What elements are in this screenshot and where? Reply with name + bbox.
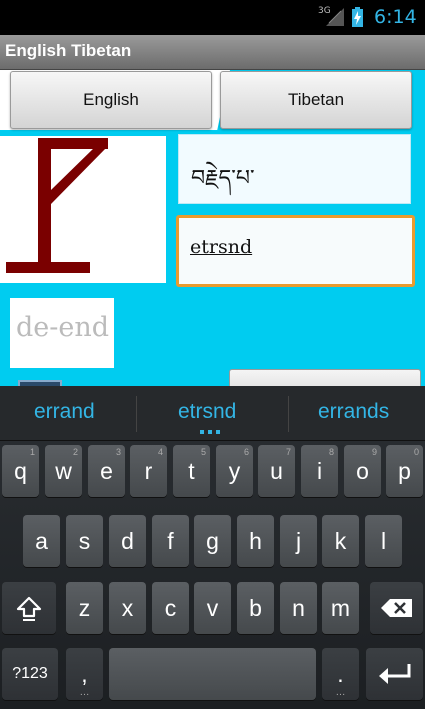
- answer-display: de-end: [10, 298, 114, 368]
- key-q[interactable]: q1: [2, 445, 39, 497]
- clock: 6:14: [374, 6, 417, 28]
- guess-input[interactable]: etrsnd: [176, 215, 415, 287]
- space-bar[interactable]: [109, 648, 316, 700]
- enter-key[interactable]: [366, 648, 423, 700]
- shift-icon: [16, 596, 42, 621]
- key-o[interactable]: o9: [344, 445, 381, 497]
- key-b[interactable]: b: [237, 582, 274, 634]
- key-k[interactable]: k: [322, 515, 359, 567]
- action-bar: English Tibetan: [0, 35, 425, 70]
- key-n[interactable]: n: [280, 582, 317, 634]
- soft-keyboard: errand etrsnd errands q1 w2 e3 r4 t5 y6 …: [0, 386, 425, 709]
- more-suggestions-indicator: [200, 430, 222, 434]
- key-w[interactable]: w2: [45, 445, 82, 497]
- status-bar: 3G 6:14: [0, 0, 425, 35]
- key-r[interactable]: r4: [130, 445, 167, 497]
- backspace-key[interactable]: [370, 582, 423, 634]
- game-area: English Tibetan བརྗེད་པ་ etrsnd de-end: [0, 70, 425, 386]
- key-j[interactable]: j: [280, 515, 317, 567]
- gallows-icon: [6, 138, 108, 273]
- key-g[interactable]: g: [194, 515, 231, 567]
- key-d[interactable]: d: [109, 515, 146, 567]
- key-t[interactable]: t5: [173, 445, 210, 497]
- guess-text: etrsnd: [190, 236, 253, 258]
- partially-hidden-button[interactable]: [229, 369, 421, 386]
- key-v[interactable]: v: [194, 582, 231, 634]
- key-e[interactable]: e3: [88, 445, 125, 497]
- key-i[interactable]: i8: [301, 445, 338, 497]
- key-c[interactable]: c: [152, 582, 189, 634]
- tibetan-word: བརྗེད་པ་: [191, 166, 255, 191]
- key-l[interactable]: l: [365, 515, 402, 567]
- tibetan-button[interactable]: Tibetan: [220, 71, 412, 129]
- key-z[interactable]: z: [66, 582, 103, 634]
- suggestion-3[interactable]: errands: [318, 400, 389, 424]
- suggestion-strip: errand etrsnd errands: [0, 386, 425, 441]
- key-a[interactable]: a: [23, 515, 60, 567]
- tibetan-word-display: བརྗེད་པ་: [178, 134, 411, 204]
- suggestion-1[interactable]: errand: [34, 400, 95, 424]
- answer-text: de-end: [16, 312, 110, 343]
- signal-icon: [326, 8, 344, 26]
- key-h[interactable]: h: [237, 515, 274, 567]
- key-x[interactable]: x: [109, 582, 146, 634]
- period-key[interactable]: .: [322, 648, 359, 700]
- enter-icon: [378, 664, 410, 684]
- key-p[interactable]: p0: [386, 445, 423, 497]
- suggestion-2[interactable]: etrsnd: [178, 400, 236, 424]
- suggestion-divider: [288, 396, 289, 432]
- suggestion-divider: [136, 396, 137, 432]
- key-f[interactable]: f: [152, 515, 189, 567]
- hangman-drawing: [0, 136, 166, 283]
- key-m[interactable]: m: [322, 582, 359, 634]
- battery-icon: [352, 7, 363, 27]
- english-button[interactable]: English: [10, 71, 212, 129]
- backspace-icon: [380, 599, 412, 617]
- shift-key[interactable]: [2, 582, 56, 634]
- key-s[interactable]: s: [66, 515, 103, 567]
- comma-key[interactable]: ,: [66, 648, 103, 700]
- key-y[interactable]: y6: [216, 445, 253, 497]
- symbols-key[interactable]: ?123: [2, 648, 58, 700]
- app-title: English Tibetan: [5, 41, 132, 60]
- key-u[interactable]: u7: [258, 445, 295, 497]
